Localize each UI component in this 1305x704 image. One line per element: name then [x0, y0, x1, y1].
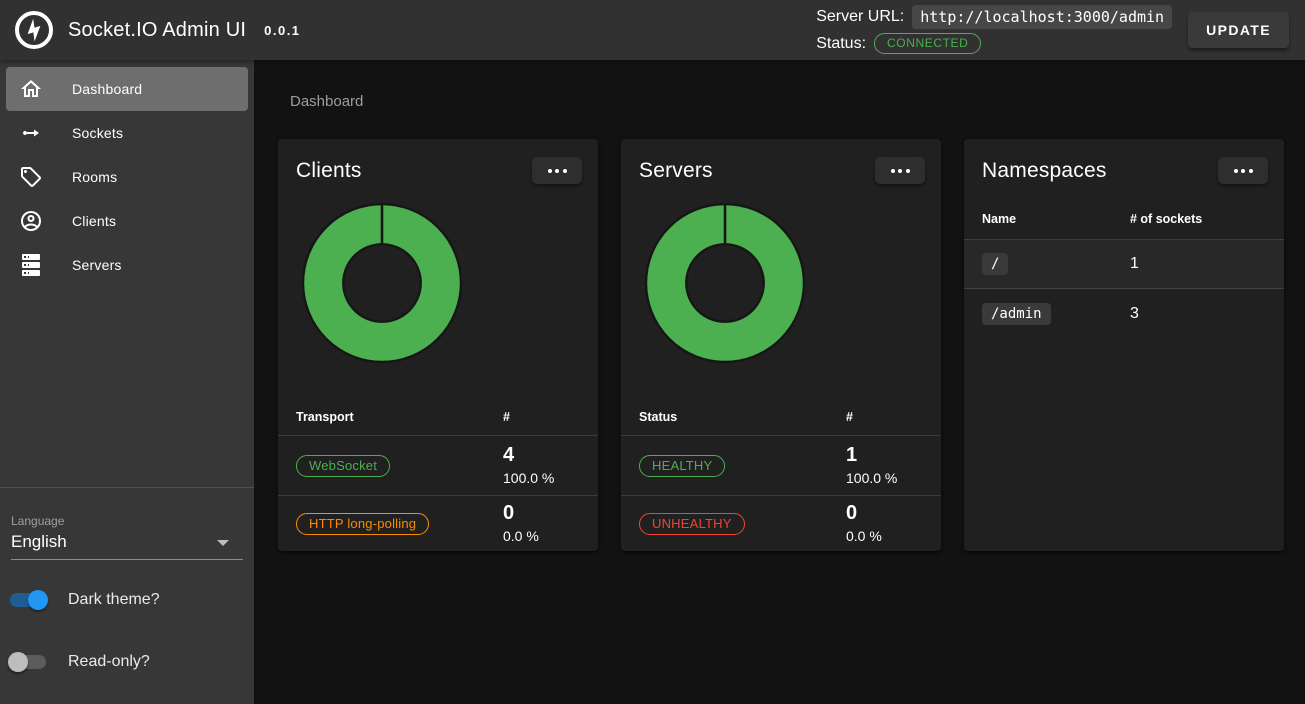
tag-icon: [19, 165, 43, 189]
namespace-chip: /: [982, 253, 1008, 275]
language-block: Language English: [0, 488, 254, 560]
socket-count: 3: [1130, 305, 1284, 323]
socketio-logo-icon: [14, 10, 54, 50]
percent-value: 100.0 %: [503, 468, 598, 488]
dots-horizontal-icon[interactable]: [532, 157, 582, 184]
clients-card-header: Clients: [278, 139, 598, 184]
dark-theme-label: Dark theme?: [68, 591, 160, 609]
namespaces-card-header: Namespaces: [964, 139, 1284, 184]
breadcrumb: Dashboard: [254, 60, 1305, 110]
clients-card: Clients Transport # WebSocket: [278, 139, 598, 551]
language-label: Language: [11, 514, 243, 528]
sidebar-item-dashboard[interactable]: Dashboard: [6, 67, 248, 111]
server-url-label: Server URL:: [816, 8, 904, 26]
main-content: Dashboard Clients Transport #: [254, 60, 1305, 704]
status-row: Status: CONNECTED: [816, 32, 1172, 56]
sidebar-item-rooms[interactable]: Rooms: [6, 155, 248, 199]
app-title: Socket.IO Admin UI: [68, 19, 246, 42]
sidebar-item-label: Sockets: [72, 125, 123, 141]
servers-status-table: Status # HEALTHY 1 100.0 % UNHEALTHY 0 0…: [621, 398, 941, 551]
read-only-label: Read-only?: [68, 653, 150, 671]
namespaces-table: Name # of sockets / 1 /admin 3: [964, 198, 1284, 338]
toggle-thumb: [28, 590, 48, 610]
sidebar-item-clients[interactable]: Clients: [6, 199, 248, 243]
servers-donut-chart: [645, 203, 805, 363]
namespaces-card: Namespaces Name # of sockets / 1 /admin …: [964, 139, 1284, 551]
sidebar-item-sockets[interactable]: Sockets: [6, 111, 248, 155]
percent-value: 0.0 %: [846, 526, 941, 546]
server-info: Server URL: http://localhost:3000/admin …: [816, 5, 1172, 56]
table-row: HTTP long-polling 0 0.0 %: [278, 496, 598, 551]
namespace-chip: /admin: [982, 303, 1051, 325]
language-select[interactable]: English: [11, 532, 243, 560]
server-url-row: Server URL: http://localhost:3000/admin: [816, 5, 1172, 29]
column-header: Status: [621, 410, 846, 424]
table-row: UNHEALTHY 0 0.0 %: [621, 496, 941, 551]
table-row[interactable]: /admin 3: [964, 289, 1284, 338]
namespaces-card-title: Namespaces: [982, 159, 1107, 183]
sidebar-item-label: Servers: [72, 257, 122, 273]
servers-card-title: Servers: [639, 159, 713, 183]
count-value: 0: [503, 501, 598, 525]
clients-card-title: Clients: [296, 159, 362, 183]
server-icon: [19, 253, 43, 277]
clients-donut-chart: [302, 203, 462, 363]
sidebar-item-label: Dashboard: [72, 81, 142, 97]
transport-chip: WebSocket: [296, 455, 390, 477]
table-row[interactable]: / 1: [964, 240, 1284, 289]
ray-start-arrow-icon: [19, 121, 43, 145]
clients-transport-table: Transport # WebSocket 4 100.0 % HTTP lon…: [278, 398, 598, 551]
status-label: Status:: [816, 35, 866, 53]
column-header: # of sockets: [1130, 212, 1284, 226]
dots-horizontal-icon[interactable]: [875, 157, 925, 184]
language-value: English: [11, 532, 67, 551]
transport-chip: HTTP long-polling: [296, 513, 429, 535]
read-only-toggle[interactable]: [10, 655, 46, 669]
servers-card: Servers Status # HEALTHY: [621, 139, 941, 551]
column-header: #: [503, 410, 598, 424]
sidebar: Dashboard Sockets Rooms: [0, 60, 254, 704]
socket-count: 1: [1130, 255, 1284, 273]
sidebar-nav: Dashboard Sockets Rooms: [0, 60, 254, 287]
toggle-thumb: [8, 652, 28, 672]
status-chip: HEALTHY: [639, 455, 725, 477]
chevron-down-icon: [217, 540, 229, 546]
home-icon: [19, 77, 43, 101]
update-button[interactable]: UPDATE: [1188, 12, 1289, 48]
account-circle-icon: [19, 209, 43, 233]
column-header: Name: [964, 212, 1130, 226]
dark-theme-row: Dark theme?: [0, 591, 160, 609]
table-row: WebSocket 4 100.0 %: [278, 436, 598, 496]
table-header-row: Name # of sockets: [964, 198, 1284, 240]
count-value: 4: [503, 443, 598, 467]
status-badge: CONNECTED: [874, 33, 981, 54]
sidebar-settings: Language English Dark theme? Read-only?: [0, 487, 254, 560]
column-header: #: [846, 410, 941, 424]
percent-value: 100.0 %: [846, 468, 941, 488]
servers-card-header: Servers: [621, 139, 941, 184]
dark-theme-toggle[interactable]: [10, 593, 46, 607]
read-only-row: Read-only?: [0, 653, 150, 671]
sidebar-item-label: Clients: [72, 213, 116, 229]
sidebar-item-servers[interactable]: Servers: [6, 243, 248, 287]
table-header-row: Transport #: [278, 398, 598, 436]
app-header: Socket.IO Admin UI 0.0.1 Server URL: htt…: [0, 0, 1305, 60]
server-url-value: http://localhost:3000/admin: [912, 5, 1172, 29]
status-chip: UNHEALTHY: [639, 513, 745, 535]
table-row: HEALTHY 1 100.0 %: [621, 436, 941, 496]
sidebar-item-label: Rooms: [72, 169, 117, 185]
dots-horizontal-icon[interactable]: [1218, 157, 1268, 184]
app-version: 0.0.1: [264, 23, 300, 38]
dashboard-cards: Clients Transport # WebSocket: [278, 139, 1305, 551]
count-value: 1: [846, 443, 941, 467]
percent-value: 0.0 %: [503, 526, 598, 546]
column-header: Transport: [278, 410, 503, 424]
count-value: 0: [846, 501, 941, 525]
table-header-row: Status #: [621, 398, 941, 436]
